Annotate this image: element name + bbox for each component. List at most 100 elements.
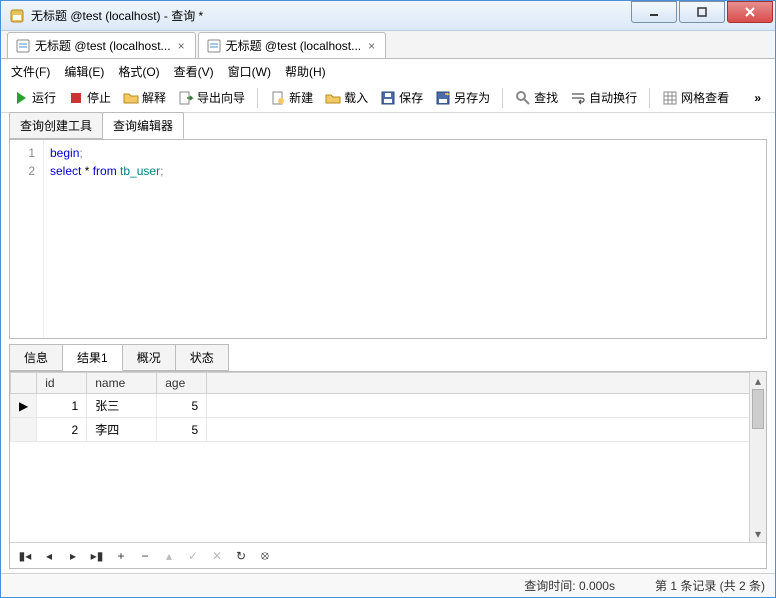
explain-button[interactable]: 解释 xyxy=(119,86,170,109)
export-icon xyxy=(178,90,194,106)
tab-label: 无标题 @test (localhost... xyxy=(35,37,171,54)
nav-prev-icon[interactable]: ◂ xyxy=(42,549,56,563)
export-wizard-button[interactable]: 导出向导 xyxy=(174,86,249,109)
separator xyxy=(502,88,503,108)
scroll-thumb[interactable] xyxy=(752,389,764,429)
menu-edit[interactable]: 编辑(E) xyxy=(64,63,104,80)
scroll-up-icon[interactable]: ▴ xyxy=(750,372,766,389)
nav-refresh-icon[interactable]: ↻ xyxy=(234,549,248,563)
nav-edit-icon[interactable]: ▴ xyxy=(162,549,176,563)
menu-view[interactable]: 查看(V) xyxy=(174,63,214,80)
save-button[interactable]: 保存 xyxy=(376,86,427,109)
separator xyxy=(649,88,650,108)
save-as-button[interactable]: 另存为 xyxy=(431,86,494,109)
stop-button[interactable]: 停止 xyxy=(64,86,115,109)
btn-label: 新建 xyxy=(289,89,313,106)
run-button[interactable]: 运行 xyxy=(9,86,60,109)
editor-tabs: 查询创建工具 查询编辑器 xyxy=(1,113,775,139)
query-icon xyxy=(207,39,221,53)
btn-label: 导出向导 xyxy=(197,89,245,106)
tab-query-editor[interactable]: 查询编辑器 xyxy=(102,112,184,139)
line-number: 2 xyxy=(14,162,35,180)
code-area[interactable]: begin;select * from tb_user; xyxy=(44,140,766,338)
line-gutter: 1 2 xyxy=(10,140,44,338)
cell-id[interactable]: 1 xyxy=(37,394,87,418)
new-button[interactable]: 新建 xyxy=(266,86,317,109)
query-icon xyxy=(16,39,30,53)
nav-remove-icon[interactable]: − xyxy=(138,549,152,563)
cell-id[interactable]: 2 xyxy=(37,418,87,442)
app-icon xyxy=(9,8,25,24)
code-editor[interactable]: 1 2 begin;select * from tb_user; xyxy=(9,139,767,339)
document-tab-2[interactable]: 无标题 @test (localhost... × xyxy=(198,32,387,58)
table-row[interactable]: ▶1张三5 xyxy=(11,394,766,418)
btn-label: 自动换行 xyxy=(589,89,637,106)
separator xyxy=(257,88,258,108)
record-count-label: 第 1 条记录 (共 2 条) xyxy=(655,577,765,594)
menu-file[interactable]: 文件(F) xyxy=(11,63,50,80)
window-buttons xyxy=(631,1,775,30)
row-marker: ▶ xyxy=(11,394,37,418)
cell-name[interactable]: 张三 xyxy=(87,394,157,418)
wrap-icon xyxy=(570,90,586,106)
scroll-down-icon[interactable]: ▾ xyxy=(750,525,766,542)
cell-name[interactable]: 李四 xyxy=(87,418,157,442)
menu-window[interactable]: 窗口(W) xyxy=(228,63,271,80)
query-time-label: 查询时间: 0.000s xyxy=(524,577,615,594)
nav-next-icon[interactable]: ▸ xyxy=(66,549,80,563)
grid-scroll: id name age ▶1张三52李四5 ▴ ▾ xyxy=(10,372,766,542)
titlebar: 无标题 @test (localhost) - 查询 * xyxy=(1,1,775,31)
col-name[interactable]: name xyxy=(87,373,157,394)
find-button[interactable]: 查找 xyxy=(511,86,562,109)
play-icon xyxy=(13,90,29,106)
col-age[interactable]: age xyxy=(157,373,207,394)
cell-age[interactable]: 5 xyxy=(157,394,207,418)
cell-age[interactable]: 5 xyxy=(157,418,207,442)
grid-view-button[interactable]: 网格查看 xyxy=(658,86,733,109)
btn-label: 载入 xyxy=(344,89,368,106)
nav-add-icon[interactable]: + xyxy=(114,549,128,563)
document-tabs: 无标题 @test (localhost... × 无标题 @test (loc… xyxy=(1,31,775,59)
tab-profile[interactable]: 概况 xyxy=(122,344,176,371)
menu-help[interactable]: 帮助(H) xyxy=(285,63,326,80)
vertical-scrollbar[interactable]: ▴ ▾ xyxy=(749,372,766,542)
document-tab-1[interactable]: 无标题 @test (localhost... × xyxy=(7,32,196,58)
toolbar-overflow[interactable]: » xyxy=(748,91,767,105)
close-button[interactable] xyxy=(727,1,773,23)
app-window: 无标题 @test (localhost) - 查询 * 无标题 @test (… xyxy=(0,0,776,598)
minimize-button[interactable] xyxy=(631,1,677,23)
table-row[interactable]: 2李四5 xyxy=(11,418,766,442)
close-icon[interactable]: × xyxy=(176,39,187,53)
close-icon[interactable]: × xyxy=(366,39,377,53)
btn-label: 查找 xyxy=(534,89,558,106)
btn-label: 网格查看 xyxy=(681,89,729,106)
save-as-icon xyxy=(435,90,451,106)
nav-last-icon[interactable]: ▸▮ xyxy=(90,549,104,563)
load-button[interactable]: 载入 xyxy=(321,86,372,109)
new-icon xyxy=(270,90,286,106)
folder-icon xyxy=(123,90,139,106)
tab-info[interactable]: 信息 xyxy=(9,344,63,371)
statusbar: 查询时间: 0.000s 第 1 条记录 (共 2 条) xyxy=(1,573,775,597)
nav-first-icon[interactable]: ▮◂ xyxy=(18,549,32,563)
tab-query-builder[interactable]: 查询创建工具 xyxy=(9,112,103,139)
line-number: 1 xyxy=(14,144,35,162)
window-title: 无标题 @test (localhost) - 查询 * xyxy=(31,7,631,24)
btn-label: 保存 xyxy=(399,89,423,106)
tab-status[interactable]: 状态 xyxy=(175,344,229,371)
nav-stop-icon[interactable]: ⦻ xyxy=(258,548,272,563)
auto-wrap-button[interactable]: 自动换行 xyxy=(566,86,641,109)
nav-cancel-icon[interactable]: ✕ xyxy=(210,549,224,563)
col-spacer xyxy=(207,373,766,394)
grid-icon xyxy=(662,90,678,106)
result-tabs: 信息 结果1 概况 状态 xyxy=(1,345,775,371)
maximize-button[interactable] xyxy=(679,1,725,23)
btn-label: 运行 xyxy=(32,89,56,106)
tab-result1[interactable]: 结果1 xyxy=(62,344,123,371)
row-marker-header xyxy=(11,373,37,394)
save-icon xyxy=(380,90,396,106)
nav-check-icon[interactable]: ✓ xyxy=(186,549,200,563)
col-id[interactable]: id xyxy=(37,373,87,394)
menu-format[interactable]: 格式(O) xyxy=(118,63,159,80)
result-grid: id name age ▶1张三52李四5 xyxy=(10,372,766,442)
